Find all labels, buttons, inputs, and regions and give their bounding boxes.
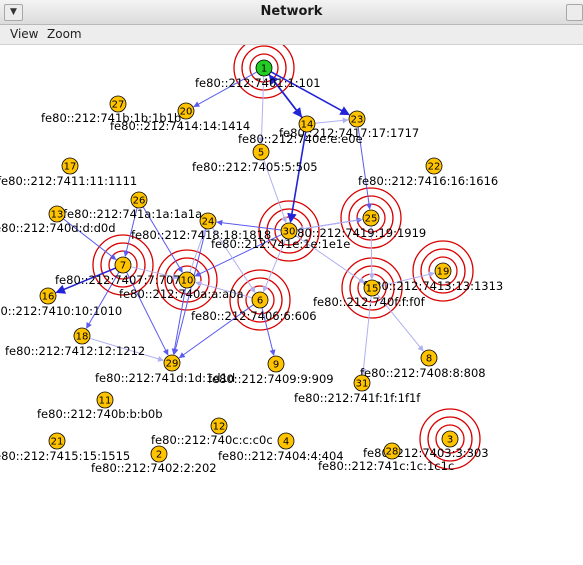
network-node-9[interactable]: 9	[267, 355, 285, 373]
network-node-28[interactable]: 28	[383, 442, 401, 460]
node-label-10: fe80::212:740a:a:a0a	[119, 287, 244, 301]
window-title: Network	[260, 4, 323, 19]
node-id-20: 20	[180, 107, 193, 118]
node-label-30: fe80::212:741e:1e:1e1e	[211, 237, 350, 251]
node-label-27: fe80::212:741b:1b:1b1b	[41, 111, 181, 125]
network-node-11[interactable]: 11	[96, 391, 114, 409]
network-node-16[interactable]: 16	[39, 287, 57, 305]
node-id-4: 4	[283, 437, 289, 448]
node-id-3: 3	[447, 435, 453, 446]
network-node-4[interactable]: 4	[277, 432, 295, 450]
node-label-26: fe80::212:741a:1a:1a1a	[63, 207, 202, 221]
node-id-19: 19	[437, 267, 450, 278]
network-node-3[interactable]: 3	[441, 430, 459, 448]
network-node-22[interactable]: 22	[425, 157, 443, 175]
network-node-24[interactable]: 24	[199, 212, 217, 230]
network-node-7[interactable]: 7	[114, 256, 132, 274]
node-id-26: 26	[133, 196, 146, 207]
node-id-27: 27	[112, 100, 125, 111]
network-graph-canvas[interactable]: fe80::212:7401:1:101fe80::212:7402:2:202…	[0, 45, 583, 565]
edge-14-to-23	[314, 117, 349, 124]
network-node-30[interactable]: 30	[280, 222, 298, 240]
node-label-3: fe80::212:7403:3:303	[363, 446, 489, 460]
node-label-18: fe80::212:7412:12:1212	[5, 344, 145, 358]
node-label-16: fe80::212:7410:10:1010	[0, 304, 122, 318]
network-node-29[interactable]: 29	[163, 354, 181, 372]
node-label-28: fe80::212:741c:1c:1c1c	[318, 459, 454, 473]
node-id-24: 24	[202, 217, 215, 228]
node-id-18: 18	[76, 332, 89, 343]
node-id-2: 2	[156, 450, 162, 461]
node-label-5: fe80::212:7405:5:505	[192, 160, 318, 174]
node-id-25: 25	[365, 214, 378, 225]
node-id-11: 11	[99, 396, 112, 407]
node-label-17: fe80::212:7411:11:1111	[0, 174, 137, 188]
network-node-20[interactable]: 20	[177, 102, 195, 120]
node-label-22: fe80::212:7416:16:1616	[358, 174, 498, 188]
node-id-10: 10	[181, 276, 194, 287]
network-node-6[interactable]: 6	[251, 291, 269, 309]
menu-zoom[interactable]: Zoom	[47, 27, 82, 41]
network-node-15[interactable]: 15	[363, 279, 381, 297]
network-node-27[interactable]: 27	[109, 95, 127, 113]
window-close-button[interactable]	[566, 4, 583, 21]
node-id-28: 28	[386, 447, 399, 458]
node-id-30: 30	[283, 227, 296, 238]
node-label-6: fe80::212:7406:6:606	[191, 309, 317, 323]
node-id-5: 5	[258, 148, 264, 159]
node-label-11: fe80::212:740b:b:b0b	[37, 407, 163, 421]
node-id-6: 6	[257, 296, 263, 307]
network-node-13[interactable]: 13	[48, 205, 66, 223]
node-label-21: fe80::212:7415:15:1515	[0, 449, 130, 463]
node-id-22: 22	[428, 162, 441, 173]
network-node-14[interactable]: 14	[298, 115, 316, 133]
network-node-8[interactable]: 8	[420, 349, 438, 367]
network-node-2[interactable]: 2	[150, 445, 168, 463]
network-node-12[interactable]: 12	[210, 417, 228, 435]
node-id-14: 14	[301, 120, 314, 131]
node-id-31: 31	[356, 379, 369, 390]
node-id-15: 15	[366, 284, 379, 295]
network-node-26[interactable]: 26	[130, 191, 148, 209]
node-label-19: fe80::212:7413:13:1313	[363, 279, 503, 293]
node-label-8: fe80::212:7408:8:808	[360, 366, 486, 380]
node-id-13: 13	[51, 210, 64, 221]
network-node-31[interactable]: 31	[353, 374, 371, 392]
network-node-10[interactable]: 10	[178, 271, 196, 289]
node-id-8: 8	[426, 354, 432, 365]
menu-bar: View Zoom	[0, 25, 583, 45]
node-label-12: fe80::212:740c:c:c0c	[151, 433, 273, 447]
node-id-16: 16	[42, 292, 55, 303]
network-node-18[interactable]: 18	[73, 327, 91, 345]
node-id-9: 9	[273, 360, 279, 371]
network-node-21[interactable]: 21	[48, 432, 66, 450]
node-label-13: fe80::212:740d:d:d0d	[0, 221, 116, 235]
network-node-1[interactable]: 1	[255, 59, 273, 77]
node-label-31: fe80::212:741f:1f:1f1f	[294, 391, 421, 405]
node-label-1: fe80::212:7401:1:101	[195, 76, 321, 90]
network-node-25[interactable]: 25	[362, 209, 380, 227]
node-id-21: 21	[51, 437, 64, 448]
network-node-23[interactable]: 23	[348, 110, 366, 128]
node-id-12: 12	[213, 422, 226, 433]
node-id-17: 17	[64, 162, 77, 173]
node-label-2: fe80::212:7402:2:202	[91, 461, 217, 475]
node-id-7: 7	[120, 261, 126, 272]
network-node-19[interactable]: 19	[434, 262, 452, 280]
node-label-7: fe80::212:7407:7:707	[55, 273, 181, 287]
menu-view[interactable]: View	[10, 27, 38, 41]
node-id-23: 23	[351, 115, 364, 126]
node-label-15: fe80::212:740f:f:f0f	[313, 295, 426, 309]
node-label-29: fe80::212:741d:1d:1d1d	[95, 371, 235, 385]
network-node-17[interactable]: 17	[61, 157, 79, 175]
node-id-1: 1	[261, 64, 267, 75]
window-titlebar[interactable]: ▼ Network	[0, 0, 583, 25]
network-node-5[interactable]: 5	[252, 143, 270, 161]
node-id-29: 29	[166, 359, 179, 370]
